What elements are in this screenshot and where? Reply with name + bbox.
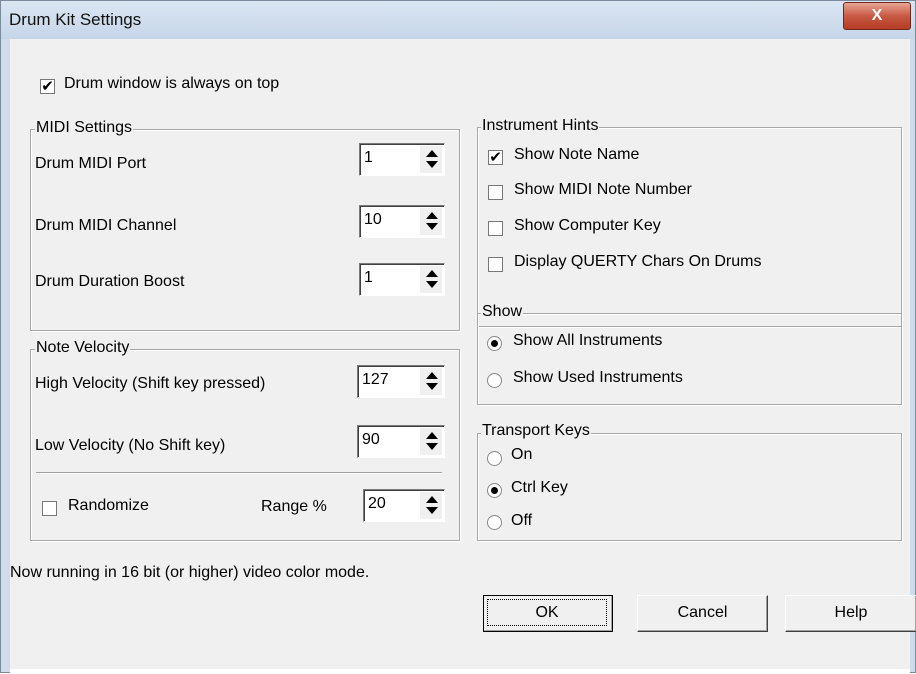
- midi-port-spin-buttons[interactable]: [420, 146, 442, 173]
- duration-boost-spinner[interactable]: 1: [359, 263, 445, 296]
- transport-ctrl-key-label: Ctrl Key: [511, 479, 568, 496]
- transport-on-radio[interactable]: [487, 451, 502, 466]
- low-velocity-spin-buttons[interactable]: [420, 428, 442, 455]
- show-note-name-label: Show Note Name: [514, 146, 640, 163]
- high-velocity-value: 127: [362, 371, 389, 388]
- midi-settings-title: MIDI Settings: [35, 119, 134, 137]
- show-computer-key-label: Show Computer Key: [514, 217, 661, 234]
- instrument-hints-title: Instrument Hints: [481, 117, 600, 135]
- spin-up-icon[interactable]: [426, 212, 438, 219]
- range-spinner[interactable]: 20: [363, 489, 445, 522]
- transport-off-label: Off: [511, 512, 533, 529]
- show-all-instruments-radio[interactable]: [487, 336, 502, 351]
- spin-down-icon[interactable]: [426, 507, 438, 514]
- spin-down-icon[interactable]: [426, 281, 438, 288]
- high-velocity-spinner[interactable]: 127: [357, 365, 445, 398]
- help-button[interactable]: Help: [785, 595, 916, 632]
- show-midi-note-number-label: Show MIDI Note Number: [514, 181, 692, 198]
- ok-button-label: OK: [487, 599, 607, 626]
- low-velocity-spinner[interactable]: 90: [357, 425, 445, 458]
- show-all-instruments-label: Show All Instruments: [513, 332, 663, 349]
- duration-boost-value: 1: [364, 269, 373, 286]
- show-note-name-checkbox[interactable]: ✔: [488, 150, 503, 165]
- show-midi-note-number-checkbox[interactable]: [488, 185, 503, 200]
- duration-boost-label: Drum Duration Boost: [35, 273, 185, 290]
- midi-channel-label: Drum MIDI Channel: [35, 217, 177, 234]
- window-title: Drum Kit Settings: [9, 10, 142, 29]
- always-on-top-checkbox[interactable]: ✔: [40, 79, 55, 94]
- midi-port-value: 1: [364, 149, 373, 166]
- transport-on-label: On: [511, 446, 533, 463]
- dialog-window: Drum Kit Settings X ✔ Drum window is alw…: [0, 0, 916, 674]
- note-velocity-title: Note Velocity: [35, 339, 131, 357]
- transport-ctrl-key-radio[interactable]: [487, 483, 502, 498]
- midi-channel-spinner[interactable]: 10: [359, 205, 445, 238]
- high-velocity-label: High Velocity (Shift key pressed): [35, 375, 266, 392]
- transport-keys-title: Transport Keys: [481, 422, 591, 440]
- display-query-chars-checkbox[interactable]: [488, 257, 503, 272]
- spin-down-icon[interactable]: [426, 223, 438, 230]
- midi-port-spinner[interactable]: 1: [359, 143, 445, 176]
- range-value: 20: [368, 495, 386, 512]
- dialog-body: ✔ Drum window is always on top MIDI Sett…: [10, 39, 916, 674]
- show-group: [477, 313, 902, 405]
- close-button[interactable]: X: [843, 2, 911, 30]
- range-label: Range %: [261, 498, 327, 515]
- always-on-top-label: Drum window is always on top: [64, 75, 280, 92]
- title-bar[interactable]: Drum Kit Settings X: [1, 1, 915, 39]
- status-text: Now running in 16 bit (or higher) video …: [10, 564, 370, 581]
- spin-up-icon[interactable]: [426, 372, 438, 379]
- cancel-button[interactable]: Cancel: [637, 595, 768, 632]
- randomize-checkbox[interactable]: [42, 501, 57, 516]
- spin-up-icon[interactable]: [426, 270, 438, 277]
- spin-up-icon[interactable]: [426, 496, 438, 503]
- spin-up-icon[interactable]: [426, 432, 438, 439]
- show-used-instruments-label: Show Used Instruments: [513, 369, 683, 386]
- spin-down-icon[interactable]: [426, 161, 438, 168]
- dialog-bottom-edge: [10, 669, 910, 674]
- show-used-instruments-radio[interactable]: [487, 373, 502, 388]
- show-computer-key-checkbox[interactable]: [488, 221, 503, 236]
- velocity-separator: [36, 472, 442, 474]
- transport-off-radio[interactable]: [487, 515, 502, 530]
- display-query-chars-label: Display QUERTY Chars On Drums: [514, 253, 762, 270]
- spin-down-icon[interactable]: [426, 383, 438, 390]
- low-velocity-label: Low Velocity (No Shift key): [35, 437, 226, 454]
- duration-boost-spin-buttons[interactable]: [420, 266, 442, 293]
- midi-channel-value: 10: [364, 211, 382, 228]
- spin-down-icon[interactable]: [426, 443, 438, 450]
- randomize-label: Randomize: [68, 497, 149, 514]
- show-title: Show: [481, 303, 524, 321]
- ok-button[interactable]: OK: [483, 595, 613, 632]
- midi-port-label: Drum MIDI Port: [35, 155, 147, 172]
- high-velocity-spin-buttons[interactable]: [420, 368, 442, 395]
- low-velocity-value: 90: [362, 431, 380, 448]
- spin-up-icon[interactable]: [426, 150, 438, 157]
- range-spin-buttons[interactable]: [420, 492, 442, 519]
- midi-channel-spin-buttons[interactable]: [420, 208, 442, 235]
